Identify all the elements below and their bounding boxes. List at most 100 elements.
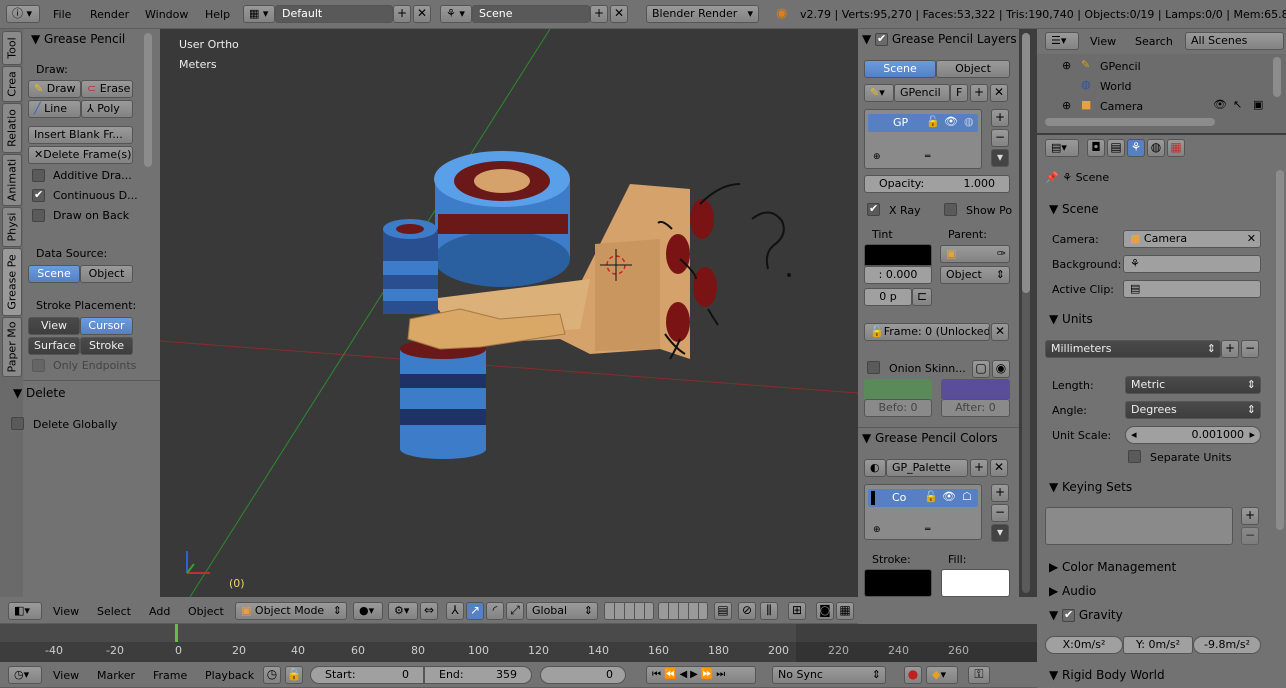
proportional-edit-icon[interactable]: ⊘	[738, 602, 756, 620]
scale-icon[interactable]: ⤢	[506, 602, 524, 620]
view3d-editor-button[interactable]: ◧▾	[8, 602, 42, 620]
translate-icon[interactable]: ↗	[466, 602, 484, 620]
menu-render[interactable]: Render	[90, 8, 129, 21]
gp-layer-row[interactable]: GP 🔓 👁 ◍	[868, 114, 978, 132]
gp-color-list[interactable]: Co 🔓 👁 ☖ ⊕ ═	[864, 484, 982, 540]
outliner-item-world[interactable]: ◍ World	[1037, 77, 1273, 95]
tab-paper-model[interactable]: Paper Mo	[2, 317, 22, 377]
outliner-vscroll[interactable]	[1273, 57, 1281, 97]
object-tab-icon[interactable]: ▦	[1167, 139, 1185, 157]
view3d-object-menu[interactable]: Object	[188, 605, 224, 618]
mode-dropdown[interactable]: ▣ Object Mode ⇕	[235, 602, 347, 620]
scene-panel-title[interactable]: ▼ Scene	[1049, 202, 1099, 216]
gp-fake-user-button[interactable]: F	[950, 84, 968, 102]
delete-panel-title[interactable]: ▼ Delete	[13, 386, 65, 400]
clear-icon[interactable]: ✕	[1247, 231, 1256, 247]
gp-layer-list[interactable]: GP 🔓 👁 ◍ ⊕ ═	[864, 109, 982, 169]
view3d-view-menu[interactable]: View	[53, 605, 79, 618]
transform-orientation-dropdown[interactable]: Global ⇕	[526, 602, 598, 620]
keying-set-add-icon[interactable]: +	[1241, 507, 1259, 525]
gp-frame-lock-button[interactable]: 🔓Frame: 0 (Unlocked)	[864, 323, 990, 341]
info-editor-button[interactable]: ⓘ ▾	[6, 5, 40, 23]
timeline-marker-menu[interactable]: Marker	[97, 669, 135, 682]
current-frame-field[interactable]: 0	[540, 666, 626, 684]
gp-palette-type-icon[interactable]: ◐	[864, 459, 886, 477]
keying-set-dropdown[interactable]: ◆▾	[926, 666, 958, 684]
continuous-drawing-checkbox[interactable]	[32, 188, 45, 202]
layout-add-icon[interactable]: +	[393, 5, 411, 23]
onion-icon[interactable]: ◍	[964, 115, 974, 128]
outliner-filter-dropdown[interactable]: All Scenes	[1185, 32, 1284, 50]
timeline-area[interactable]: -40 -20 0 20 40 60 80 100 120 140 160 18…	[0, 624, 1037, 662]
outliner-editor-button[interactable]: ☰▾	[1045, 32, 1079, 50]
lock-icon[interactable]: 🔓	[924, 490, 938, 503]
expand-icon[interactable]: ⊕	[1062, 59, 1071, 72]
gravity-x-field[interactable]: X:0m/s²	[1045, 636, 1123, 654]
opengl-anim-icon[interactable]: ▦	[836, 602, 854, 620]
unit-preset-remove-icon[interactable]: −	[1241, 340, 1259, 358]
draw-button[interactable]: ✎ Draw	[28, 80, 81, 98]
view3d-select-menu[interactable]: Select	[97, 605, 131, 618]
menu-file[interactable]: File	[53, 8, 71, 21]
tab-animation[interactable]: Animati	[2, 154, 22, 206]
poly-button[interactable]: ⅄ Poly	[81, 100, 133, 118]
gp-onion-color-icon[interactable]: ◉	[992, 360, 1010, 378]
outliner-view-menu[interactable]: View	[1090, 35, 1116, 48]
n-panel-scrollbar-thumb[interactable]	[1022, 33, 1030, 293]
gp-after-field[interactable]: After: 0	[941, 399, 1010, 417]
active-clip-field[interactable]: ▤	[1123, 280, 1261, 298]
eye-icon[interactable]: 👁	[1213, 98, 1227, 111]
insert-blank-frame-button[interactable]: Insert Blank Fr...	[28, 126, 133, 144]
length-dropdown[interactable]: Metric ⇕	[1125, 376, 1261, 394]
gp-palette-add-icon[interactable]: +	[970, 459, 988, 477]
gp-before-field[interactable]: Befo: 0	[864, 399, 932, 417]
layer-buttons-2[interactable]	[658, 602, 708, 620]
draw-on-back-checkbox[interactable]	[32, 209, 45, 222]
gp-layer-remove-icon[interactable]: −	[991, 129, 1009, 147]
snap-element-icon[interactable]: ⊞	[788, 602, 806, 620]
sync-mode-dropdown[interactable]: No Sync ⇕	[772, 666, 886, 684]
gravity-panel-title[interactable]: ▼ Gravity	[1049, 608, 1123, 622]
manipulator-icon[interactable]: ⅄	[446, 602, 464, 620]
layer-lock-icon[interactable]: ▤	[714, 602, 732, 620]
lock-range-icon[interactable]: 🔒	[285, 666, 303, 684]
gp-colors-panel-title[interactable]: ▼ Grease Pencil Colors	[862, 431, 998, 445]
gp-parent-object-field[interactable]: ▣ ✑	[940, 245, 1010, 263]
gravity-z-field[interactable]: -9.8m/s²	[1193, 636, 1261, 654]
eye-icon[interactable]: 👁	[942, 490, 956, 503]
gp-xray-checkbox[interactable]	[867, 202, 880, 216]
gp-fill-color-swatch[interactable]	[941, 569, 1010, 597]
unit-preset-dropdown[interactable]: Millimeters ⇕	[1045, 340, 1221, 358]
separate-units-checkbox[interactable]	[1128, 450, 1141, 463]
grease-pencil-panel-title[interactable]: ▼ Grease Pencil	[31, 32, 125, 46]
pin-icon[interactable]: 📌	[1045, 171, 1059, 184]
list-resize-icon[interactable]: ⊕	[873, 525, 881, 535]
expand-icon[interactable]: ⊕	[1062, 99, 1071, 112]
eyedropper-icon[interactable]: ✑	[997, 246, 1006, 262]
layout-field[interactable]: Default	[275, 5, 393, 23]
layers-tab-icon[interactable]: ▤	[1107, 139, 1125, 157]
timeline-editor-button[interactable]: ◷▾	[8, 666, 42, 684]
outliner-item-gpencil[interactable]: ⊕ ✎ GPencil	[1037, 57, 1273, 75]
toolshelf-scrollbar[interactable]	[144, 33, 152, 167]
gp-opacity-slider[interactable]: Opacity: 1.000	[864, 175, 1010, 193]
gp-show-points-checkbox[interactable]	[944, 203, 957, 216]
playback-controls[interactable]: ⏮⏪◀▶⏩⏭	[646, 666, 756, 684]
gp-layers-enable-checkbox[interactable]	[875, 32, 889, 46]
gp-object-button[interactable]: Object	[936, 60, 1010, 78]
gp-thickness-field[interactable]: 0 p	[864, 288, 912, 306]
data-source-scene-button[interactable]: Scene	[28, 265, 80, 283]
gp-before-color-swatch[interactable]	[864, 379, 932, 399]
3d-viewport[interactable]: User Ortho Meters (0)	[160, 29, 858, 597]
placement-view-button[interactable]: View	[28, 317, 80, 335]
line-button[interactable]: ╱ Line	[28, 100, 81, 118]
gravity-checkbox[interactable]	[1062, 608, 1076, 622]
opengl-render-icon[interactable]: ◙	[816, 602, 834, 620]
placement-cursor-button[interactable]: Cursor	[80, 317, 133, 335]
record-icon[interactable]: ●	[904, 666, 922, 684]
layout-close-icon[interactable]: ✕	[413, 5, 431, 23]
render-engine-dropdown[interactable]: Blender Render ▾	[646, 5, 759, 23]
gp-after-color-swatch[interactable]	[941, 379, 1010, 399]
keying-sets-list[interactable]	[1045, 507, 1233, 545]
timeline-frame-menu[interactable]: Frame	[153, 669, 187, 682]
